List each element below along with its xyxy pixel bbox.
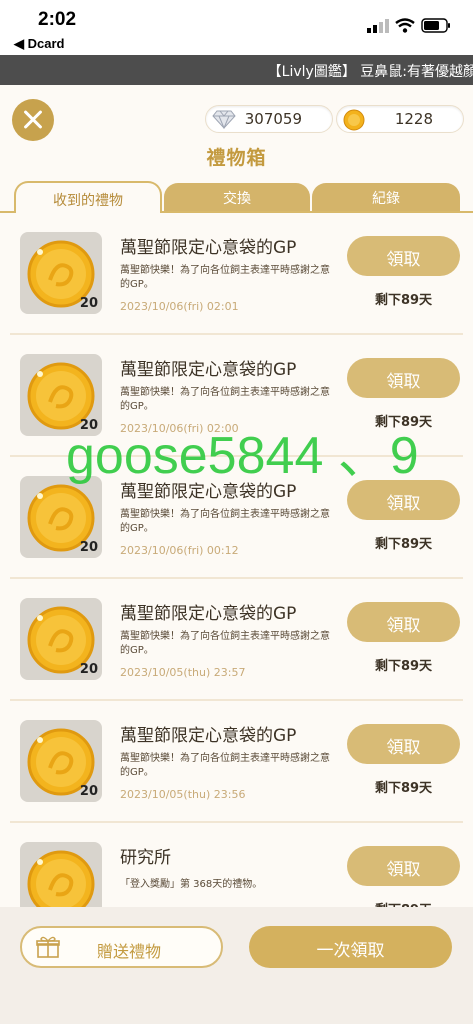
remaining-days: 剩下89天 <box>374 781 433 796</box>
gift-date: 2023/10/06(fri) 00:12 <box>120 544 239 557</box>
status-icons <box>367 18 451 33</box>
gift-row: 20 萬聖節限定心意袋的GP 萬聖節快樂！為了向各位飼主表達平時感謝之意的GP。… <box>10 579 463 701</box>
gp-coin-icon <box>27 850 95 909</box>
coin-icon <box>343 109 365 131</box>
gp-coin-thumbnail: 20 <box>20 720 102 802</box>
gift-row: 20 萬聖節限定心意袋的GP 萬聖節快樂！為了向各位飼主表達平時感謝之意的GP。… <box>10 701 463 823</box>
clock: 2:02 <box>38 9 77 30</box>
gift-quantity: 20 <box>79 662 98 677</box>
gift-description: 萬聖節快樂！為了向各位飼主表達平時感謝之意的GP。 <box>120 631 330 656</box>
tab-exchange[interactable]: 交換 <box>164 183 310 211</box>
gift-name: 萬聖節限定心意袋的GP <box>120 726 297 746</box>
gp-coin-thumbnail: 20 <box>20 476 102 558</box>
gift-quantity: 20 <box>79 784 98 799</box>
gift-list[interactable]: 20 萬聖節限定心意袋的GP 萬聖節快樂！為了向各位飼主表達平時感謝之意的GP。… <box>0 213 473 909</box>
coin-balance: 1228 <box>336 105 464 133</box>
gift-date: 2023/10/05(thu) 23:56 <box>120 788 246 801</box>
diamond-icon <box>212 110 236 129</box>
gift-quantity: 20 <box>79 296 98 311</box>
send-gift-button[interactable]: 贈送禮物 <box>20 926 223 968</box>
gift-icon <box>36 936 60 958</box>
gift-name: 萬聖節限定心意袋的GP <box>120 604 297 624</box>
remaining-days: 剩下89天 <box>374 537 433 552</box>
coin-count: 1228 <box>394 110 433 128</box>
gift-description: 萬聖節快樂！為了向各位飼主表達平時感謝之意的GP。 <box>120 509 330 534</box>
status-bar: 2:02 ◀ Dcard <box>0 0 473 55</box>
gp-coin-thumbnail <box>20 842 102 909</box>
claim-button[interactable]: 領取 <box>347 846 460 886</box>
tab-received-gifts[interactable]: 收到的禮物 <box>14 181 162 213</box>
battery-icon <box>421 18 450 33</box>
remaining-days: 剩下89天 <box>374 659 433 674</box>
gift-box-screen: 307059 1228 禮物箱 交換 紀錄 收到的禮物 20 萬聖節限定心意袋的… <box>0 85 473 1024</box>
remaining-days: 剩下89天 <box>374 293 433 308</box>
claim-button[interactable]: 領取 <box>347 236 460 276</box>
gift-quantity: 20 <box>79 540 98 555</box>
tab-bar: 交換 紀錄 收到的禮物 <box>0 181 473 213</box>
gift-row: 研究所 「登入獎勵」第 368天的禮物。 領取 剩下89天 <box>10 823 463 909</box>
claim-all-label: 一次領取 <box>316 941 385 961</box>
gift-date: 2023/10/06(fri) 02:01 <box>120 300 239 313</box>
signal-icon <box>367 18 389 33</box>
watermark-text: goose5844 、9 <box>66 427 419 485</box>
bottom-action-bar: 贈送禮物 一次領取 <box>0 907 473 1024</box>
send-gift-label: 贈送禮物 <box>97 942 162 961</box>
gp-coin-thumbnail: 20 <box>20 598 102 680</box>
ticker-text: 【Livly圖鑑】 豆鼻鼠:有著優越顏 <box>267 64 473 80</box>
gift-name: 萬聖節限定心意袋的GP <box>120 238 297 258</box>
gift-description: 萬聖節快樂！為了向各位飼主表達平時感謝之意的GP。 <box>120 753 330 778</box>
gift-description: 萬聖節快樂！為了向各位飼主表達平時感謝之意的GP。 <box>120 265 330 290</box>
gift-description: 萬聖節快樂！為了向各位飼主表達平時感謝之意的GP。 <box>120 387 330 412</box>
gift-date: 2023/10/05(thu) 23:57 <box>120 666 246 679</box>
back-to-dcard-link[interactable]: ◀ Dcard <box>14 36 64 52</box>
page-title: 禮物箱 <box>206 147 267 169</box>
gift-name: 研究所 <box>120 848 171 868</box>
gift-name: 萬聖節限定心意袋的GP <box>120 360 297 380</box>
claim-button[interactable]: 領取 <box>347 602 460 642</box>
gift-description: 「登入獎勵」第 368天的禮物。 <box>120 879 263 890</box>
claim-all-button[interactable]: 一次領取 <box>249 926 452 968</box>
gp-coin-thumbnail: 20 <box>20 232 102 314</box>
diamond-balance: 307059 <box>205 105 333 133</box>
diamond-count: 307059 <box>244 110 302 128</box>
wifi-icon <box>395 18 415 33</box>
claim-button[interactable]: 領取 <box>347 358 460 398</box>
close-button[interactable] <box>12 99 54 141</box>
tab-history[interactable]: 紀錄 <box>312 183 460 211</box>
claim-button[interactable]: 領取 <box>347 724 460 764</box>
news-ticker: 【Livly圖鑑】 豆鼻鼠:有著優越顏 <box>0 55 473 85</box>
gift-row: 20 萬聖節限定心意袋的GP 萬聖節快樂！為了向各位飼主表達平時感謝之意的GP。… <box>10 213 463 335</box>
